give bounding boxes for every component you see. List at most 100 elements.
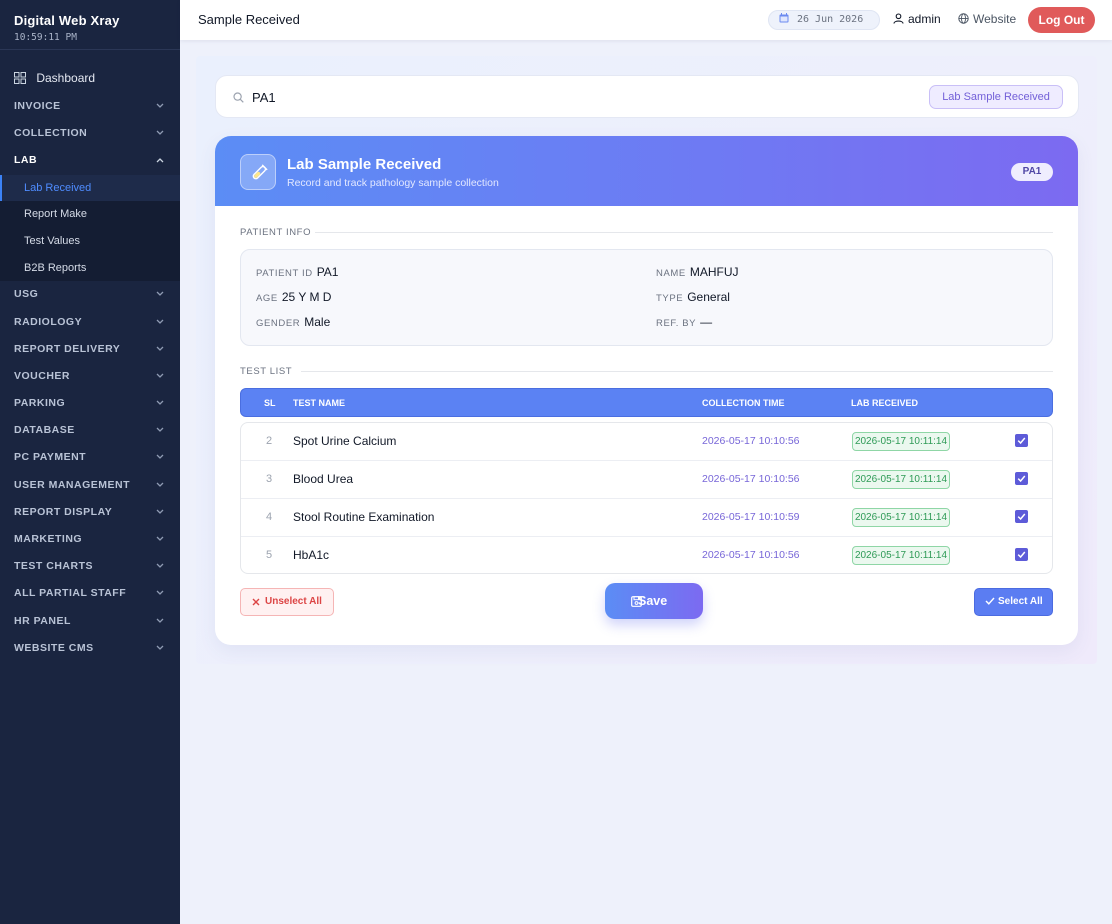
search-icon xyxy=(233,92,244,103)
user-icon xyxy=(893,13,904,25)
patient-name-field: NAME MAHFUJ xyxy=(656,265,739,279)
table-row: 4 Stool Routine Examination 2026-05-17 10:… xyxy=(241,499,1052,537)
globe-icon xyxy=(958,13,969,25)
row-checkbox[interactable] xyxy=(1015,510,1028,523)
sidebar-item-label: RADIOLOGY xyxy=(14,315,83,328)
sidebar-item-radiology[interactable]: RADIOLOGY xyxy=(0,309,180,336)
cell-collection-time: 2026-05-17 10:10:56 xyxy=(702,435,800,447)
sidebar-item-website-cms[interactable]: WEBSITE CMS xyxy=(0,635,180,662)
sidebar-item-label: REPORT DISPLAY xyxy=(14,505,113,518)
column-header-lab-received: LAB RECEIVED xyxy=(851,398,919,408)
sidebar-item-label: PARKING xyxy=(14,397,66,410)
cell-sl: 5 xyxy=(265,549,273,561)
sidebar-item-label: LAB xyxy=(14,154,38,167)
field-label: AGE xyxy=(256,293,278,304)
sidebar-item-label: USG xyxy=(14,288,39,301)
chevron-down-icon xyxy=(154,472,166,499)
section-label-patient: PATIENT INFO xyxy=(240,227,312,238)
sidebar-item-usg[interactable]: USG xyxy=(0,281,180,308)
sidebar-item-pc-payment[interactable]: PC PAYMENT xyxy=(0,444,180,471)
chevron-down-icon xyxy=(154,417,166,444)
sidebar-item-user-management[interactable]: USER MANAGEMENT xyxy=(0,472,180,499)
row-checkbox[interactable] xyxy=(1015,548,1028,561)
cell-lab-received: 2026-05-17 10:11:14 xyxy=(852,470,950,489)
sidebar-item-label: ALL PARTIAL STAFF xyxy=(14,587,127,600)
section-label-tests: TEST LIST xyxy=(240,366,293,377)
sidebar-item-label: MARKETING xyxy=(14,533,83,545)
brand: Digital Web Xray 10:59:11 PM xyxy=(0,0,180,50)
sidebar-item-all-partial-staff[interactable]: ALL PARTIAL STAFF xyxy=(0,580,180,607)
sidebar-item-label: USER MANAGEMENT xyxy=(14,478,131,491)
button-label: Select All xyxy=(998,596,1043,607)
save-button[interactable]: Save xyxy=(605,583,703,619)
field-value: — xyxy=(700,315,713,329)
test-tube-icon xyxy=(240,154,276,190)
page-title: Sample Received xyxy=(198,12,300,27)
cell-sl: 4 xyxy=(265,511,273,523)
select-all-button[interactable]: Select All xyxy=(974,588,1053,616)
chevron-down-icon xyxy=(154,499,166,526)
logout-button[interactable]: Log Out xyxy=(1028,7,1095,33)
test-list-table: 2 Spot Urine Calcium 2026-05-17 10:10:56 20… xyxy=(240,422,1053,574)
field-value: General xyxy=(687,290,730,304)
sidebar-item-lab[interactable]: LAB xyxy=(0,147,180,174)
table-row: 3 Blood Urea 2026-05-17 10:10:56 2026-05-17… xyxy=(241,461,1052,499)
check-icon xyxy=(1017,551,1026,559)
calendar-icon xyxy=(779,13,789,23)
sidebar-item-test-charts[interactable]: TEST CHARTS xyxy=(0,553,180,580)
sidebar-item-hr-panel[interactable]: HR PANEL xyxy=(0,608,180,635)
chevron-down-icon xyxy=(154,553,166,580)
sidebar-item-marketing[interactable]: MARKETING xyxy=(0,526,180,553)
chevron-down-icon xyxy=(154,309,166,336)
chevron-down-icon xyxy=(154,635,166,662)
sidebar-item-report-delivery[interactable]: REPORT DELIVERY xyxy=(0,336,180,363)
sidebar-item-voucher[interactable]: VOUCHER xyxy=(0,363,180,390)
sidebar-item-invoice[interactable]: INVOICE xyxy=(0,93,180,120)
save-icon xyxy=(631,596,642,607)
sidebar-item-dashboard[interactable]: Dashboard xyxy=(0,64,180,92)
dashboard-icon xyxy=(14,71,26,84)
chevron-up-icon xyxy=(154,147,166,174)
sidebar-item-label: WEBSITE CMS xyxy=(14,641,94,654)
cell-test-name: HbA1c xyxy=(293,548,330,562)
unselect-all-button[interactable]: Unselect All xyxy=(240,588,334,616)
chevron-down-icon xyxy=(154,526,166,553)
sidebar-subitem-test-values[interactable]: Test Values xyxy=(0,228,180,255)
sidebar-item-parking[interactable]: PARKING xyxy=(0,390,180,417)
sidebar-subitem-report-make[interactable]: Report Make xyxy=(0,201,180,228)
field-value: Male xyxy=(304,315,331,329)
button-label: Save xyxy=(638,594,668,608)
row-checkbox[interactable] xyxy=(1015,472,1028,485)
search-input[interactable]: PA1 xyxy=(252,90,276,105)
sidebar-subitem-lab-received[interactable]: Lab Received xyxy=(0,174,180,202)
card-header: Lab Sample Received Record and track pat… xyxy=(215,136,1078,206)
sidebar-item-label: DATABASE xyxy=(14,424,75,437)
website-link[interactable]: Website xyxy=(958,12,1016,26)
sidebar-item-report-display[interactable]: REPORT DISPLAY xyxy=(0,499,180,526)
section-divider xyxy=(315,232,1053,233)
date-display: 26 Jun 2026 xyxy=(768,10,880,30)
sidebar-subitem-b2b-reports[interactable]: B2B Reports xyxy=(0,255,180,282)
lab-submenu: Lab Received Report Make Test Values B2B Re… xyxy=(0,174,180,282)
field-label: GENDER xyxy=(256,318,301,329)
field-label: PATIENT ID xyxy=(256,268,313,279)
search-bar[interactable]: PA1 Lab Sample Received xyxy=(215,75,1079,118)
user-menu[interactable]: admin xyxy=(893,12,941,26)
sidebar-item-label: TEST CHARTS xyxy=(14,560,93,573)
sidebar-item-collection[interactable]: COLLECTION xyxy=(0,120,180,147)
sidebar-item-label: VOUCHER xyxy=(14,369,71,382)
user-name: admin xyxy=(908,12,941,26)
column-header-collection-time: COLLECTION TIME xyxy=(702,398,785,408)
section-divider xyxy=(301,371,1053,372)
cell-sl: 3 xyxy=(265,473,273,485)
sidebar-item-database[interactable]: DATABASE xyxy=(0,417,180,444)
topbar: Sample Received 26 Jun 2026 admin Websit… xyxy=(180,0,1112,40)
website-label: Website xyxy=(973,12,1017,26)
check-icon xyxy=(1017,513,1026,521)
card-subtitle: Record and track pathology sample collec… xyxy=(287,177,499,189)
column-header-sl: SL xyxy=(264,398,276,408)
patient-type-field: TYPE General xyxy=(656,290,730,304)
column-header-test-name: TEST NAME xyxy=(293,398,346,408)
field-value: MAHFUJ xyxy=(689,265,739,279)
row-checkbox[interactable] xyxy=(1015,434,1028,447)
